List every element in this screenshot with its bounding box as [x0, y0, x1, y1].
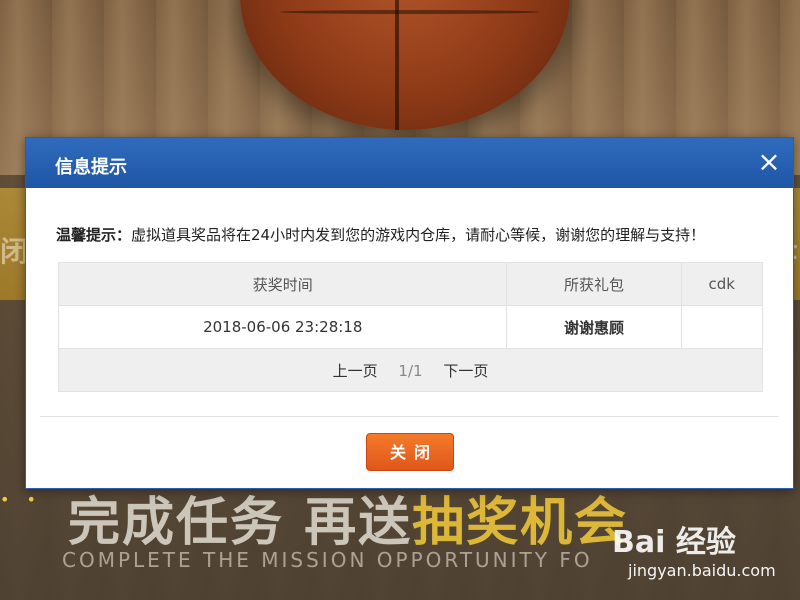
background-dots: • • — [0, 490, 42, 509]
close-icon[interactable]: × — [755, 148, 783, 176]
pager-row: 上一页 1/1 下一页 — [58, 348, 763, 392]
column-header-gift: 所获礼包 — [506, 262, 682, 306]
dialog-divider — [40, 416, 779, 417]
page-indicator: 1/1 — [398, 361, 423, 380]
table-header-row: 获奖时间 所获礼包 cdk — [57, 262, 764, 306]
background-campaign-title: 完成任务 再送抽奖机会 — [68, 480, 628, 555]
prev-page-link[interactable]: 上一页 — [333, 362, 378, 380]
prize-table-container: 获奖时间 所获礼包 cdk 2018-06-06 23:28:18 谢谢惠顾 上… — [57, 262, 764, 392]
pagination: 上一页 1/1 下一页 — [58, 348, 763, 392]
basketball-seam-horizontal — [280, 10, 540, 14]
dialog-title: 信息提示 — [55, 157, 127, 178]
watermark-url: jingyan.baidu.com — [628, 561, 776, 580]
column-header-time: 获奖时间 — [57, 262, 508, 306]
info-dialog: 信息提示 × 温馨提示：虚拟道具奖品将在24小时内发到您的游戏内仓库，请耐心等候… — [25, 137, 794, 489]
cell-time: 2018-06-06 23:28:18 — [57, 305, 508, 349]
background-campaign-subtitle: COMPLETE THE MISSION OPPORTUNITY FO — [62, 548, 593, 572]
next-page-link[interactable]: 下一页 — [443, 362, 488, 380]
close-button[interactable]: 关闭 — [366, 433, 454, 471]
prize-table: 获奖时间 所获礼包 cdk 2018-06-06 23:28:18 谢谢惠顾 上… — [57, 262, 764, 392]
cell-gift: 谢谢惠顾 — [506, 305, 682, 349]
campaign-title-part2: 抽奖机会 — [412, 493, 629, 553]
cell-cdk — [680, 305, 764, 349]
notice-text: 虚拟道具奖品将在24小时内发到您的游戏内仓库，请耐心等候，谢谢您的理解与支持！ — [131, 226, 706, 244]
notice-label: 温馨提示： — [56, 226, 132, 244]
column-header-cdk: cdk — [680, 262, 764, 306]
dialog-header: 信息提示 × — [26, 138, 793, 188]
campaign-title-part1: 完成任务 再送 — [68, 493, 413, 553]
table-row: 2018-06-06 23:28:18 谢谢惠顾 — [57, 305, 764, 349]
basketball-seam — [395, 0, 399, 130]
notice-message: 温馨提示：虚拟道具奖品将在24小时内发到您的游戏内仓库，请耐心等候，谢谢您的理解… — [56, 224, 705, 245]
baidu-jingyan-watermark: Bai 经验 — [612, 525, 736, 560]
